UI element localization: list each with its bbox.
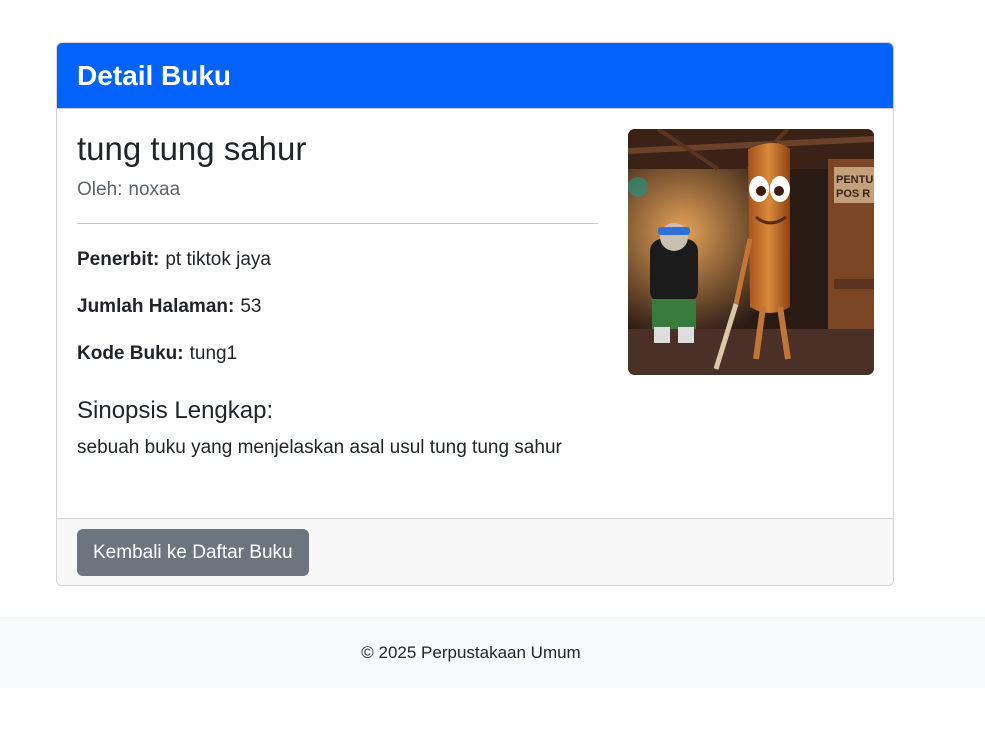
field-label: Penerbit:: [77, 248, 160, 270]
book-info: tung tung sahur Oleh: noxaa Penerbit: pt t…: [77, 129, 598, 459]
book-detail-card: Detail Buku tung tung sahur Oleh: noxaa P…: [56, 42, 894, 586]
synopsis-heading: Sinopsis Lengkap:: [77, 396, 274, 424]
card-body: tung tung sahur Oleh: noxaa Penerbit: pt t…: [57, 109, 893, 519]
field-book-code: Kode Buku: tung1: [77, 343, 598, 365]
author-label: Oleh:: [77, 178, 123, 200]
svg-text:POS R: POS R: [836, 188, 870, 200]
author-name: noxaa: [128, 178, 181, 200]
field-label: Kode Buku:: [77, 342, 184, 364]
synopsis-text: sebuah buku yang menjelaskan asal usul t…: [77, 436, 562, 458]
card-header: Detail Buku: [57, 43, 893, 109]
field-value: pt tiktok jaya: [165, 248, 271, 270]
card-footer: Kembali ke Daftar Buku: [57, 518, 893, 585]
cover-sign-text: PENTU: [836, 174, 873, 186]
field-page-count: Jumlah Halaman: 53: [77, 296, 598, 318]
field-label: Jumlah Halaman:: [77, 295, 235, 317]
back-to-list-button[interactable]: Kembali ke Daftar Buku: [77, 529, 309, 576]
page-footer: © 2025 Perpustakaan Umum: [0, 617, 985, 688]
field-value: tung1: [189, 342, 238, 364]
divider: [77, 222, 598, 224]
book-title: tung tung sahur: [77, 130, 307, 167]
book-cover-image: PENTU POS R: [628, 129, 874, 375]
book-author: Oleh: noxaa: [77, 179, 598, 201]
footer-text: © 2025 Perpustakaan Umum: [361, 642, 581, 662]
field-publisher: Penerbit: pt tiktok jaya: [77, 249, 598, 271]
card-header-title: Detail Buku: [77, 59, 232, 91]
field-value: 53: [240, 295, 262, 317]
